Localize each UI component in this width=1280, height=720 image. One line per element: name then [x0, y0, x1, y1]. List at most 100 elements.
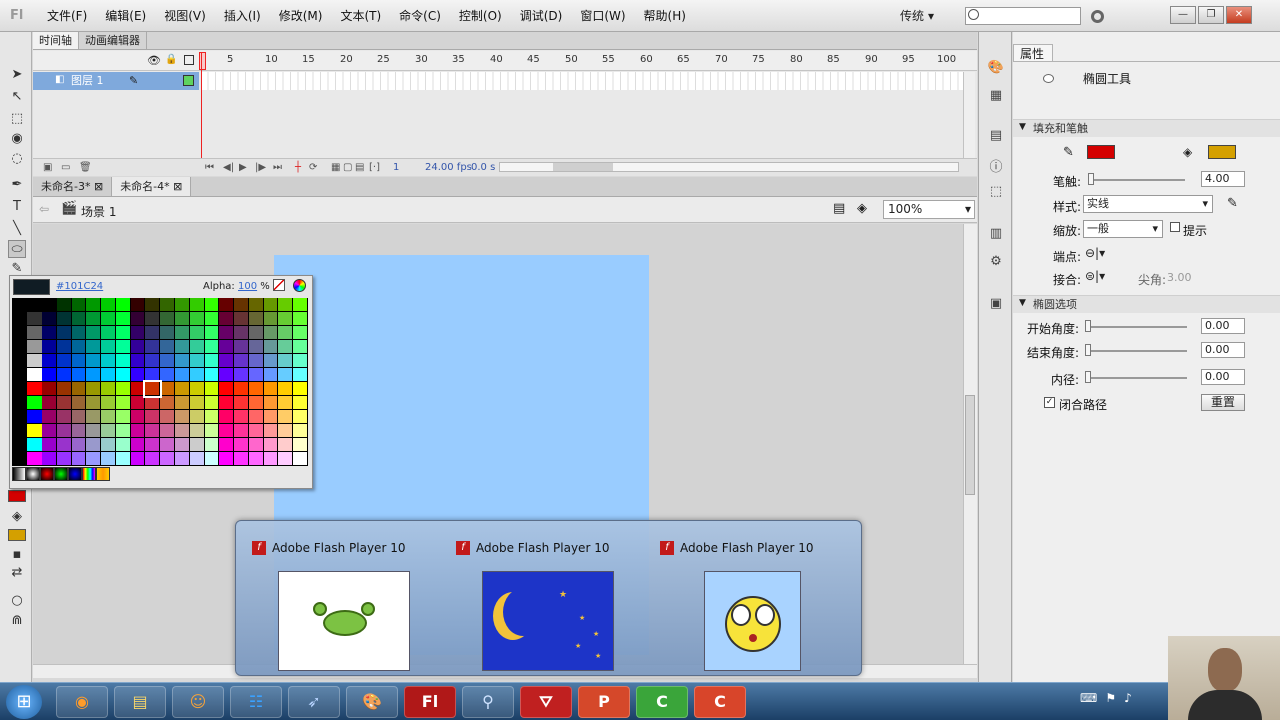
color-swatch[interactable] — [219, 340, 235, 354]
tab-document-4[interactable]: 未命名-4* ⊠ — [112, 177, 192, 196]
color-swatch[interactable] — [56, 326, 72, 340]
edit-symbols-icon[interactable]: ◈ — [857, 201, 867, 216]
color-panel-icon[interactable]: 🎨 — [987, 60, 1005, 76]
color-swatch[interactable] — [175, 438, 190, 452]
presets-panel-icon[interactable]: ▣ — [987, 296, 1005, 312]
color-swatch[interactable] — [293, 452, 308, 466]
color-swatch[interactable] — [293, 424, 308, 438]
black-white-icon[interactable]: ▪ — [8, 546, 26, 564]
line-tool-icon[interactable]: ╲ — [8, 220, 26, 238]
color-swatch[interactable] — [115, 424, 131, 438]
color-swatch[interactable] — [145, 326, 161, 340]
color-swatch[interactable] — [219, 424, 235, 438]
color-swatch[interactable] — [56, 452, 72, 466]
start-angle-handle[interactable] — [1085, 320, 1091, 332]
start-angle-input[interactable]: 0.00 — [1201, 318, 1245, 334]
color-swatch[interactable] — [145, 368, 161, 382]
volume-icon[interactable]: ♪ — [1124, 691, 1132, 705]
tab-properties[interactable]: 属性 — [1013, 44, 1053, 62]
color-swatch[interactable] — [145, 410, 161, 424]
color-swatch[interactable] — [115, 312, 131, 326]
color-swatch[interactable] — [145, 340, 161, 354]
gradient-swatch[interactable] — [26, 467, 40, 481]
color-swatch[interactable] — [86, 298, 102, 312]
color-swatch[interactable] — [293, 410, 308, 424]
timeline-scroll-thumb[interactable] — [553, 163, 613, 171]
last-frame-icon[interactable]: ⏭ — [273, 162, 282, 173]
color-swatch[interactable] — [189, 396, 205, 410]
color-swatch[interactable] — [204, 312, 220, 326]
lock-icon[interactable]: 🔒 — [165, 54, 177, 65]
color-swatch[interactable] — [86, 326, 102, 340]
color-swatch[interactable] — [101, 368, 116, 382]
color-swatch[interactable] — [175, 368, 190, 382]
color-swatch[interactable] — [42, 298, 57, 312]
frame-rate[interactable]: 24.00 fps — [425, 162, 472, 173]
frames-grid[interactable] — [201, 72, 963, 90]
color-swatch[interactable] — [204, 354, 220, 368]
color-swatch[interactable] — [115, 298, 131, 312]
color-swatch[interactable] — [42, 452, 57, 466]
tab-motion-editor[interactable]: 动画编辑器 — [79, 32, 147, 49]
pen-tool-icon[interactable]: ✒ — [8, 176, 26, 194]
color-swatch[interactable] — [145, 312, 161, 326]
color-swatch[interactable] — [101, 452, 116, 466]
play-icon[interactable]: ▶ — [239, 162, 247, 173]
zoom-select[interactable]: 100% ▾ — [883, 200, 975, 219]
color-swatch[interactable] — [160, 424, 175, 438]
next-frame-icon[interactable]: |▶ — [255, 162, 266, 173]
color-swatch[interactable] — [160, 382, 175, 396]
color-swatch[interactable] — [219, 410, 235, 424]
color-swatch[interactable] — [234, 438, 249, 452]
menu-insert[interactable]: 插入(I) — [215, 0, 270, 32]
color-swatch[interactable] — [71, 438, 87, 452]
color-swatch[interactable] — [189, 340, 205, 354]
color-swatch[interactable] — [278, 312, 294, 326]
paint-bucket-icon[interactable]: ◈ — [8, 508, 26, 526]
transform-panel-icon[interactable]: ⬚ — [987, 184, 1005, 200]
menu-help[interactable]: 帮助(H) — [635, 0, 695, 32]
color-swatch[interactable] — [42, 340, 57, 354]
color-swatch[interactable] — [101, 396, 116, 410]
color-swatch[interactable] — [234, 354, 249, 368]
align-panel-icon[interactable]: ▤ — [987, 128, 1005, 144]
color-swatch[interactable] — [130, 312, 146, 326]
color-swatch[interactable] — [278, 326, 294, 340]
color-swatch[interactable] — [263, 396, 279, 410]
color-swatch[interactable] — [86, 340, 102, 354]
bird-icon[interactable]: ➶ — [288, 686, 340, 718]
color-swatch[interactable] — [189, 424, 205, 438]
color-swatch[interactable] — [204, 298, 220, 312]
color-swatch[interactable] — [219, 396, 235, 410]
color-swatch[interactable] — [293, 354, 308, 368]
camtasia-studio-icon[interactable]: C — [694, 686, 746, 718]
color-swatch[interactable] — [56, 382, 72, 396]
thumbnail-window-1[interactable]: f Adobe Flash Player 10 — [244, 535, 444, 671]
edit-multiple-icon[interactable]: ▤ — [355, 162, 364, 173]
miter-value[interactable]: 3.00 — [1167, 271, 1192, 284]
color-swatch[interactable] — [248, 396, 264, 410]
color-swatch[interactable] — [204, 326, 220, 340]
prev-frame-icon[interactable]: ◀| — [223, 162, 234, 173]
base-color-swatch[interactable] — [27, 396, 42, 410]
color-swatch[interactable] — [101, 326, 116, 340]
color-swatch[interactable] — [204, 396, 220, 410]
color-swatch[interactable] — [160, 298, 175, 312]
color-swatch[interactable] — [175, 340, 190, 354]
color-swatch[interactable] — [175, 382, 190, 396]
restore-button[interactable]: ❐ — [1198, 6, 1224, 24]
base-color-swatch[interactable] — [27, 368, 42, 382]
menu-modify[interactable]: 修改(M) — [270, 0, 332, 32]
network-icon[interactable]: ⚲ — [462, 686, 514, 718]
scale-select[interactable]: 一般 ▾ — [1083, 220, 1163, 238]
thumbnail-window-2[interactable]: f Adobe Flash Player 10 ★ ★ ★ ★ ★ — [448, 535, 648, 671]
stroke-slider-handle[interactable] — [1088, 173, 1094, 185]
color-swatch[interactable] — [189, 452, 205, 466]
color-swatch[interactable] — [145, 396, 161, 410]
lasso-tool-icon[interactable]: ◌ — [8, 150, 26, 168]
color-swatch[interactable] — [248, 326, 264, 340]
base-color-swatch[interactable] — [27, 326, 42, 340]
3d-rotation-tool-icon[interactable]: ◉ — [8, 130, 26, 148]
paint-icon[interactable]: 🎨 — [346, 686, 398, 718]
color-swatch[interactable] — [248, 410, 264, 424]
